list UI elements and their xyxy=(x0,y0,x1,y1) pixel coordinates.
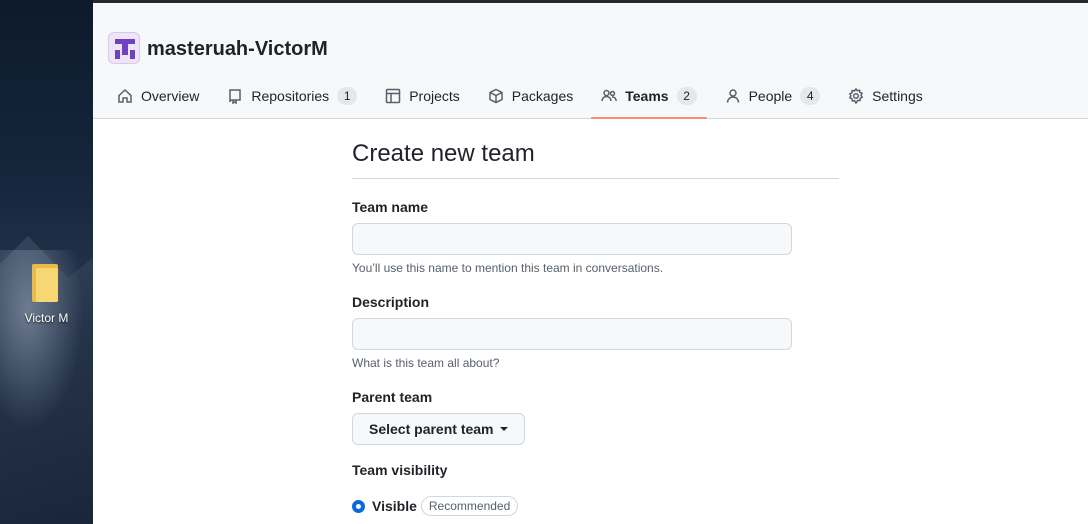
team-name-input[interactable] xyxy=(352,223,792,255)
org-avatar[interactable] xyxy=(108,32,140,64)
select-parent-team-label: Select parent team xyxy=(369,421,494,437)
description-input[interactable] xyxy=(352,318,792,350)
count-badge: 4 xyxy=(800,87,821,105)
browser-page: masteruah-VictorM Overview Repositories … xyxy=(93,0,1088,524)
tab-label: Projects xyxy=(409,88,460,104)
tab-teams[interactable]: Teams 2 xyxy=(591,79,707,119)
select-parent-team-button[interactable]: Select parent team xyxy=(352,413,525,445)
caret-down-icon xyxy=(499,427,508,431)
folder-front xyxy=(36,268,58,302)
tab-settings[interactable]: Settings xyxy=(838,79,933,113)
repo-icon xyxy=(229,89,242,104)
folder-icon[interactable] xyxy=(32,264,58,302)
team-visibility-label: Team visibility xyxy=(352,462,448,478)
team-name-label: Team name xyxy=(352,199,428,215)
tab-label: Repositories xyxy=(251,88,330,104)
description-label: Description xyxy=(352,294,430,310)
description-note: What is this team all about? xyxy=(352,356,500,370)
org-name[interactable]: masteruah-VictorM xyxy=(147,38,328,61)
desktop-background: Victor M xyxy=(0,0,93,524)
recommended-badge: Recommended xyxy=(420,496,519,516)
org-nav: Overview Repositories 1 Projects Package… xyxy=(107,79,941,119)
tab-projects[interactable]: Projects xyxy=(375,79,470,113)
tab-label: Packages xyxy=(511,88,574,104)
tab-label: Settings xyxy=(872,88,923,104)
tab-overview[interactable]: Overview xyxy=(107,79,209,113)
home-icon xyxy=(118,88,132,103)
count-badge: 2 xyxy=(676,87,697,105)
table-icon xyxy=(385,88,401,104)
package-icon xyxy=(489,88,503,104)
visibility-option-visible[interactable]: Visible Recommended xyxy=(352,496,839,516)
tab-label: People xyxy=(748,88,793,104)
visible-radio[interactable] xyxy=(352,499,365,513)
count-badge: 1 xyxy=(337,87,358,105)
org-header: masteruah-VictorM Overview Repositories … xyxy=(93,3,1088,119)
tab-people[interactable]: People 4 xyxy=(715,79,831,113)
parent-team-label: Parent team xyxy=(352,389,433,405)
page-title: Create new team xyxy=(352,140,839,179)
tab-label: Teams xyxy=(625,88,669,104)
create-team-form: Create new team Team name You’ll use thi… xyxy=(352,140,839,516)
gear-icon xyxy=(848,88,864,104)
tab-packages[interactable]: Packages xyxy=(478,79,583,113)
tab-label: Overview xyxy=(141,88,200,104)
tab-repositories[interactable]: Repositories 1 xyxy=(217,79,367,113)
team-name-note: You’ll use this name to mention this tea… xyxy=(352,261,664,275)
desktop-folder-label[interactable]: Victor M xyxy=(0,311,93,325)
person-icon xyxy=(726,89,739,103)
people-icon xyxy=(601,89,618,102)
visible-label[interactable]: Visible xyxy=(372,498,417,514)
